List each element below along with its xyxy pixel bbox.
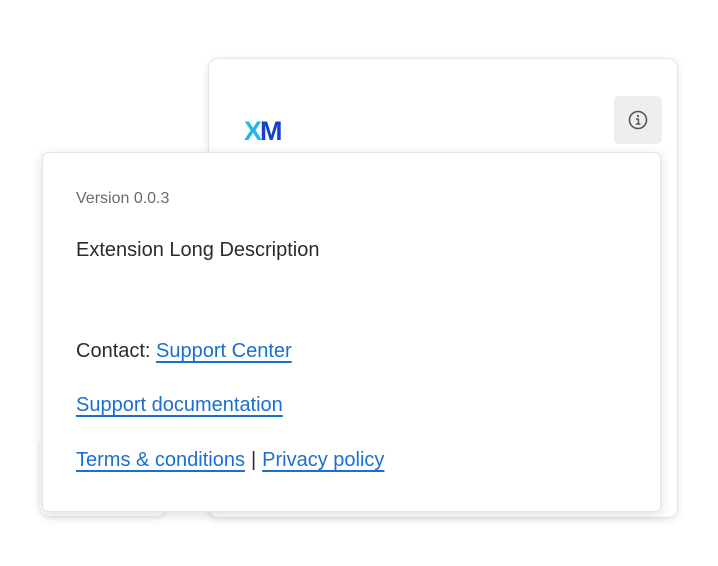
- support-documentation-link[interactable]: Support documentation: [76, 394, 283, 416]
- support-center-link[interactable]: Support Center: [156, 340, 292, 362]
- contact-row: Contact: Support Center: [76, 340, 292, 363]
- logo-m: M: [260, 116, 282, 146]
- link-separator: |: [250, 449, 257, 471]
- privacy-policy-link[interactable]: Privacy policy: [262, 449, 384, 471]
- contact-label: Contact:: [76, 340, 151, 362]
- extension-info-popover: Version 0.0.3 Extension Long Description…: [42, 152, 661, 512]
- logo-x: X: [244, 116, 262, 146]
- docs-row: Support documentation: [76, 394, 283, 417]
- xm-logo: XM: [244, 116, 282, 146]
- stage: XM Version 0.0.3 Extension Long Descript…: [0, 0, 718, 566]
- terms-conditions-link[interactable]: Terms & conditions: [76, 449, 245, 471]
- extension-description: Extension Long Description: [76, 239, 320, 261]
- version-label: Version 0.0.3: [76, 190, 170, 207]
- info-circle-icon: [628, 110, 648, 130]
- info-button[interactable]: [614, 96, 662, 144]
- legal-row: Terms & conditions | Privacy policy: [76, 449, 384, 472]
